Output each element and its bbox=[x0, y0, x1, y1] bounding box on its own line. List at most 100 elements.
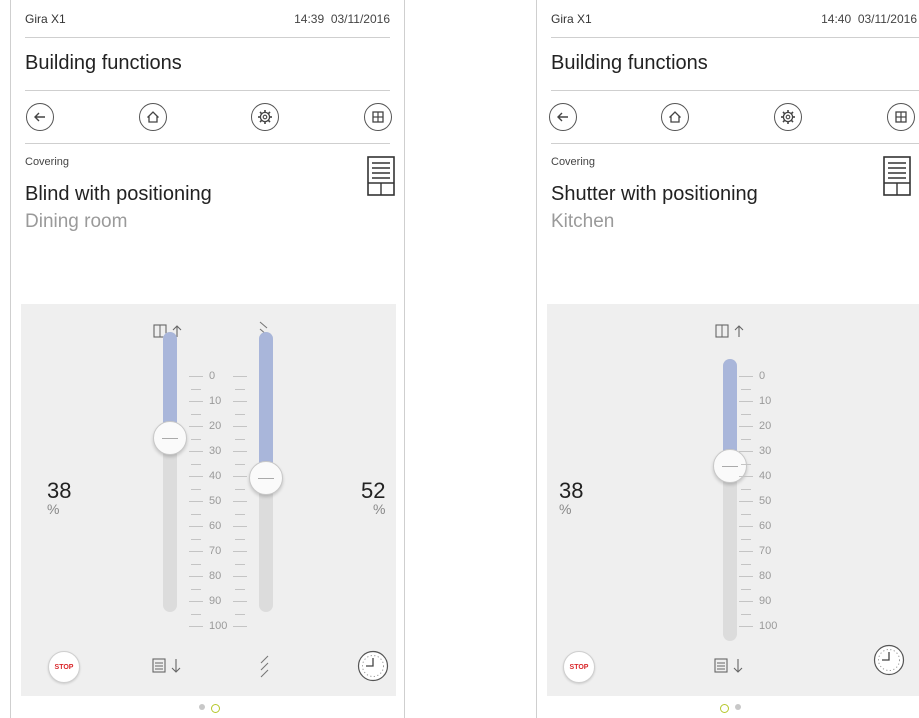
slat-slider-handle[interactable] bbox=[249, 460, 283, 495]
scale-minor-tick bbox=[235, 438, 245, 440]
grid-view-button[interactable] bbox=[887, 103, 915, 131]
scale-label: 100 bbox=[759, 620, 778, 632]
room-name: Dining room bbox=[25, 211, 128, 232]
scale-tick bbox=[189, 376, 203, 377]
scale-row: 60 bbox=[739, 520, 803, 532]
position-unit: % bbox=[47, 501, 60, 517]
scale-minor-tick bbox=[191, 463, 201, 465]
scale-row: 90 bbox=[739, 595, 803, 607]
scale-row: 80 bbox=[189, 570, 253, 582]
scale-label: 30 bbox=[209, 445, 222, 457]
blind-down-icon[interactable] bbox=[152, 656, 188, 676]
control-panel: 0 10 20 30 40 50 60 70 80 90 100 38 % STOP bbox=[547, 304, 919, 696]
room-name: Kitchen bbox=[551, 211, 615, 232]
scale-tick bbox=[189, 401, 203, 402]
scale-row: 60 bbox=[189, 520, 253, 532]
scale-minor-tick bbox=[191, 438, 201, 440]
function-name: Shutter with positioning bbox=[551, 183, 758, 205]
scale-row: 10 bbox=[739, 395, 803, 407]
scale-minor-tick bbox=[191, 538, 201, 540]
clock-icon[interactable] bbox=[873, 644, 905, 676]
scale-minor-tick bbox=[741, 413, 751, 415]
settings-button[interactable] bbox=[774, 103, 802, 131]
home-button[interactable] bbox=[139, 103, 167, 131]
scale-minor-tick bbox=[741, 463, 751, 465]
page-indicator-2[interactable] bbox=[211, 704, 220, 713]
scale-tick bbox=[233, 376, 247, 377]
blind-icon bbox=[883, 156, 911, 196]
position-slider-track[interactable] bbox=[163, 332, 177, 612]
scale-row: 100 bbox=[189, 620, 253, 632]
divider bbox=[551, 37, 919, 38]
scale-minor-tick bbox=[741, 513, 751, 515]
back-button[interactable] bbox=[26, 103, 54, 131]
function-name: Blind with positioning bbox=[25, 183, 212, 205]
scale-minor-tick bbox=[235, 388, 245, 390]
scale-label: 20 bbox=[209, 420, 222, 432]
home-button[interactable] bbox=[661, 103, 689, 131]
grid-view-button[interactable] bbox=[364, 103, 392, 131]
scale-minor-tick bbox=[191, 413, 201, 415]
scale-label: 60 bbox=[759, 520, 772, 532]
scale-minor-tick bbox=[191, 613, 201, 615]
scale-row: 0 bbox=[739, 370, 803, 382]
scale-row: 30 bbox=[189, 445, 253, 457]
scale-label: 70 bbox=[209, 545, 222, 557]
scale-label: 40 bbox=[759, 470, 772, 482]
scale-minor-tick bbox=[741, 388, 751, 390]
scale-row: 20 bbox=[189, 420, 253, 432]
scale-minor-tick bbox=[741, 588, 751, 590]
stop-button[interactable]: STOP bbox=[48, 651, 80, 683]
screen-shutter: Gira X1 14:40 03/11/2016 Building functi… bbox=[536, 0, 919, 718]
device-name: Gira X1 bbox=[551, 12, 592, 26]
window-up-icon[interactable] bbox=[715, 323, 749, 339]
stop-button[interactable]: STOP bbox=[563, 651, 595, 683]
scale-tick bbox=[189, 551, 203, 552]
scale-tick bbox=[233, 626, 247, 627]
scale-tick bbox=[739, 401, 753, 402]
scale-tick bbox=[233, 526, 247, 527]
date-time: 14:39 03/11/2016 bbox=[294, 12, 390, 26]
status-bar: Gira X1 14:40 03/11/2016 bbox=[551, 10, 917, 32]
scale-tick bbox=[189, 526, 203, 527]
scale-label: 80 bbox=[759, 570, 772, 582]
scale-label: 10 bbox=[759, 395, 772, 407]
position-slider-track[interactable] bbox=[723, 359, 737, 641]
scale-minor-tick bbox=[741, 438, 751, 440]
scale-label: 0 bbox=[759, 370, 766, 382]
home-icon bbox=[147, 111, 159, 123]
slat-close-icon[interactable] bbox=[258, 654, 272, 682]
page-indicator-1[interactable] bbox=[720, 704, 729, 713]
scale-tick bbox=[233, 451, 247, 452]
scale-tick bbox=[739, 551, 753, 552]
scale-minor-tick bbox=[235, 463, 245, 465]
scale-row: 50 bbox=[189, 495, 253, 507]
scale-tick bbox=[233, 501, 247, 502]
settings-button[interactable] bbox=[251, 103, 279, 131]
category-label: Covering bbox=[25, 156, 70, 168]
clock-icon[interactable] bbox=[357, 650, 389, 682]
scale-minor-tick bbox=[235, 488, 245, 490]
scale-tick bbox=[739, 626, 753, 627]
divider bbox=[25, 143, 390, 144]
scale-tick bbox=[739, 426, 753, 427]
scale-tick bbox=[233, 476, 247, 477]
position-slider-handle[interactable] bbox=[153, 421, 187, 456]
scale-minor-tick bbox=[235, 613, 245, 615]
divider bbox=[551, 90, 919, 91]
screen-blind: Gira X1 14:39 03/11/2016 Building functi… bbox=[10, 0, 405, 718]
blind-down-icon[interactable] bbox=[714, 656, 750, 676]
page-indicator-1[interactable] bbox=[199, 704, 205, 710]
scale-minor-tick bbox=[235, 588, 245, 590]
time: 14:39 bbox=[294, 12, 325, 26]
back-button[interactable] bbox=[549, 103, 577, 131]
device-name: Gira X1 bbox=[25, 12, 66, 26]
page-indicator-2[interactable] bbox=[735, 704, 741, 710]
scale-label: 50 bbox=[209, 495, 222, 507]
scale-tick bbox=[189, 626, 203, 627]
position-unit: % bbox=[559, 501, 572, 517]
scale-minor-tick bbox=[741, 538, 751, 540]
position-value: 38 bbox=[559, 478, 584, 503]
scale-tick bbox=[189, 601, 203, 602]
grid-icon bbox=[372, 111, 384, 123]
